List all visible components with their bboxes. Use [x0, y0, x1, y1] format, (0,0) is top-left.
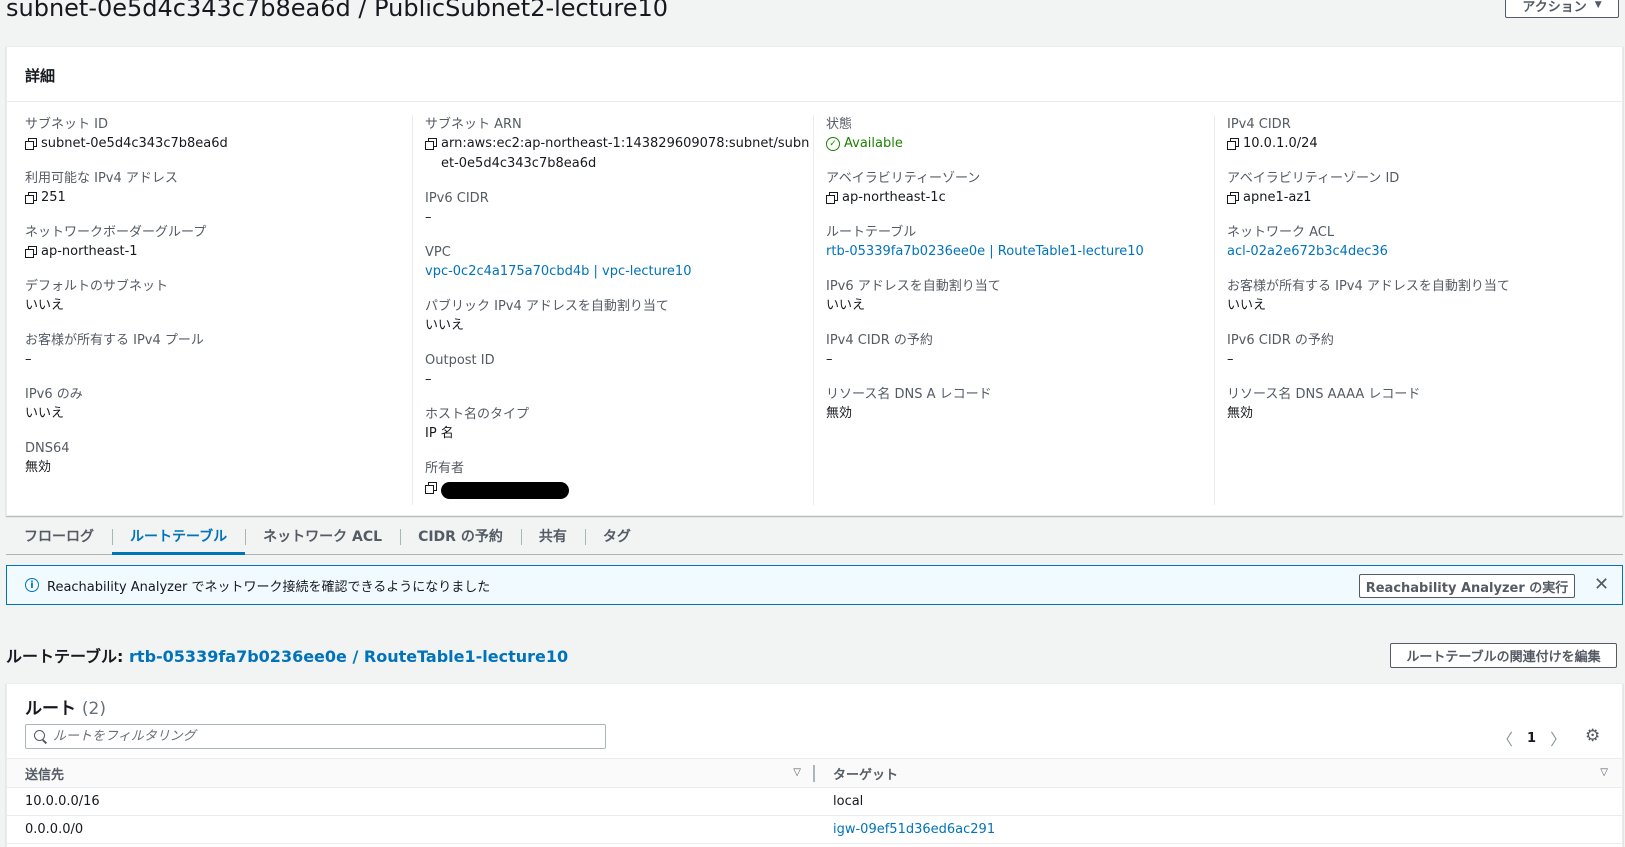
chevron-left-icon[interactable]: 〈 [1497, 726, 1513, 750]
copy-icon[interactable] [826, 192, 838, 204]
routes-panel: ルート (2) 〈 1 〉 ⚙ 送信先 ▽ ターゲット ▽ [6, 683, 1623, 847]
customer-owned-pool-field: お客様が所有する IPv4 プール – [25, 333, 204, 367]
run-reachability-analyzer-button[interactable]: Reachability Analyzer の実行 [1359, 574, 1575, 598]
tab-network-acl[interactable]: ネットワーク ACL [245, 525, 400, 555]
copy-icon[interactable] [1227, 138, 1239, 150]
details-panel: 詳細 サブネット ID subnet-0e5d4c343c7b8ea6d 利用可… [6, 46, 1623, 516]
az-field: アベイラビリティーゾーン ap-northeast-1c [826, 171, 981, 205]
tab-route-table[interactable]: ルートテーブル [112, 525, 246, 555]
dns-aaaa-record-field: リソース名 DNS AAAA レコード 無効 [1227, 387, 1421, 421]
copy-icon[interactable] [25, 192, 37, 204]
column-header-destination[interactable]: 送信先 ▽ [7, 758, 815, 788]
table-row[interactable]: 10.0.0.0/16 local [7, 787, 1622, 816]
redacted-owner [441, 482, 569, 499]
outpost-id-field: Outpost ID – [425, 353, 495, 387]
subnet-id-field: サブネット ID subnet-0e5d4c343c7b8ea6d [25, 117, 228, 151]
default-subnet-field: デフォルトのサブネット いいえ [25, 279, 169, 313]
route-table-title: ルートテーブル: rtb-05339fa7b0236ee0e / RouteTa… [6, 647, 569, 666]
routes-filter-input[interactable] [53, 729, 593, 744]
auto-assign-customer-ipv4-field: お客様が所有する IPv4 アドレスを自動割り当て いいえ [1227, 279, 1510, 313]
route-table-title-link[interactable]: rtb-05339fa7b0236ee0e / RouteTable1-lect… [129, 647, 568, 666]
route-destination: 10.0.0.0/16 [7, 787, 815, 816]
close-icon[interactable]: ✕ [1594, 575, 1609, 595]
hostname-type-field: ホスト名のタイプ IP 名 [425, 407, 530, 441]
page-number[interactable]: 1 [1527, 731, 1536, 746]
actions-label: アクション [1522, 0, 1587, 15]
details-column-3: 状態 ✓ Available アベイラビリティーゾーン ap-northeast-… [813, 115, 1213, 505]
vpc-field: VPC vpc-0c2c4a175a70cbd4b | vpc-lecture1… [425, 243, 812, 297]
state-field: 状態 ✓ Available [826, 115, 1213, 169]
detail-tabs: フローログ ルートテーブル ネットワーク ACL CIDR の予約 共有 タグ [6, 525, 1623, 555]
info-flash-banner: i Reachability Analyzer でネットワーク接続を確認できるよ… [6, 565, 1623, 605]
edit-route-table-association-button[interactable]: ルートテーブルの関連付けを編集 [1390, 643, 1617, 668]
copy-icon[interactable] [25, 138, 37, 150]
subnet-arn-field: サブネット ARN arn:aws:ec2:ap-northeast-1:143… [425, 117, 810, 171]
page-title: subnet-0e5d4c343c7b8ea6d / PublicSubnet2… [6, 0, 669, 22]
ipv6-cidr-field: IPv6 CIDR – [425, 191, 489, 225]
tab-tags[interactable]: タグ [584, 525, 649, 555]
sort-caret-icon[interactable]: ▽ [1600, 767, 1608, 778]
route-destination: 0.0.0.0/0 [7, 815, 815, 844]
tab-flow-logs[interactable]: フローログ [6, 525, 112, 555]
info-icon: i [25, 578, 39, 592]
tab-cidr-reservations[interactable]: CIDR の予約 [400, 525, 521, 555]
network-acl-link[interactable]: acl-02a2e672b3c4dec36 [1227, 242, 1388, 262]
route-target-link[interactable]: igw-09ef51d36ed6ac291 [815, 815, 1622, 844]
details-column-1: サブネット ID subnet-0e5d4c343c7b8ea6d 利用可能な … [25, 115, 425, 493]
routes-table: 送信先 ▽ ターゲット ▽ 10.0.0.0/16 local 0.0.0.0/… [7, 758, 1622, 844]
details-column-2: サブネット ARN arn:aws:ec2:ap-northeast-1:143… [412, 115, 812, 505]
owner-field: 所有者 [425, 459, 812, 513]
dns64-field: DNS64 無効 [25, 441, 70, 475]
copy-icon[interactable] [425, 482, 437, 494]
route-target: local [815, 787, 1622, 816]
dns-a-record-field: リソース名 DNS A レコード 無効 [826, 387, 992, 421]
flash-message: Reachability Analyzer でネットワーク接続を確認できるように… [47, 579, 491, 595]
ipv4-cidr-field: IPv4 CIDR 10.0.1.0/24 [1227, 117, 1318, 151]
gear-icon[interactable]: ⚙ [1585, 726, 1600, 746]
tab-sharing[interactable]: 共有 [520, 525, 585, 555]
chevron-right-icon[interactable]: 〉 [1550, 726, 1566, 750]
network-acl-field: ネットワーク ACL acl-02a2e672b3c4dec36 [1227, 223, 1614, 277]
route-table-link[interactable]: rtb-05339fa7b0236ee0e | RouteTable1-lect… [826, 242, 1144, 262]
actions-dropdown-button[interactable]: アクション ▼ [1505, 0, 1619, 18]
copy-icon[interactable] [25, 246, 37, 258]
details-heading: 詳細 [7, 47, 1622, 102]
routes-filter [25, 724, 606, 749]
sort-caret-icon[interactable]: ▽ [793, 767, 801, 778]
pagination: 〈 1 〉 [1497, 726, 1566, 750]
network-border-group-field: ネットワークボーダーグループ ap-northeast-1 [25, 225, 207, 259]
caret-down-icon: ▼ [1594, 0, 1602, 10]
status-badge: Available [844, 136, 903, 151]
details-column-4: IPv4 CIDR 10.0.1.0/24 アベイラビリティーゾーン ID ap… [1214, 115, 1614, 505]
column-header-target[interactable]: ターゲット ▽ [815, 758, 1622, 788]
az-id-field: アベイラビリティーゾーン ID apne1-az1 [1227, 171, 1400, 205]
ipv6-cidr-reservation-field: IPv6 CIDR の予約 – [1227, 333, 1334, 367]
search-icon [34, 730, 47, 743]
route-table-field: ルートテーブル rtb-05339fa7b0236ee0e | RouteTab… [826, 223, 1213, 277]
copy-icon[interactable] [1227, 192, 1239, 204]
copy-icon[interactable] [425, 138, 437, 150]
vpc-link[interactable]: vpc-0c2c4a175a70cbd4b | vpc-lecture10 [425, 262, 691, 282]
ipv6-only-field: IPv6 のみ いいえ [25, 387, 83, 421]
ipv4-cidr-reservation-field: IPv4 CIDR の予約 – [826, 333, 933, 367]
check-circle-icon: ✓ [826, 137, 840, 151]
auto-assign-ipv6-field: IPv6 アドレスを自動割り当て いいえ [826, 279, 1001, 313]
routes-heading: ルート (2) [25, 699, 107, 719]
routes-count: (2) [81, 699, 107, 719]
auto-assign-public-ipv4-field: パブリック IPv4 アドレスを自動割り当て いいえ [425, 299, 669, 333]
table-row[interactable]: 0.0.0.0/0 igw-09ef51d36ed6ac291 [7, 815, 1622, 844]
available-ipv4-field: 利用可能な IPv4 アドレス 251 [25, 171, 178, 205]
